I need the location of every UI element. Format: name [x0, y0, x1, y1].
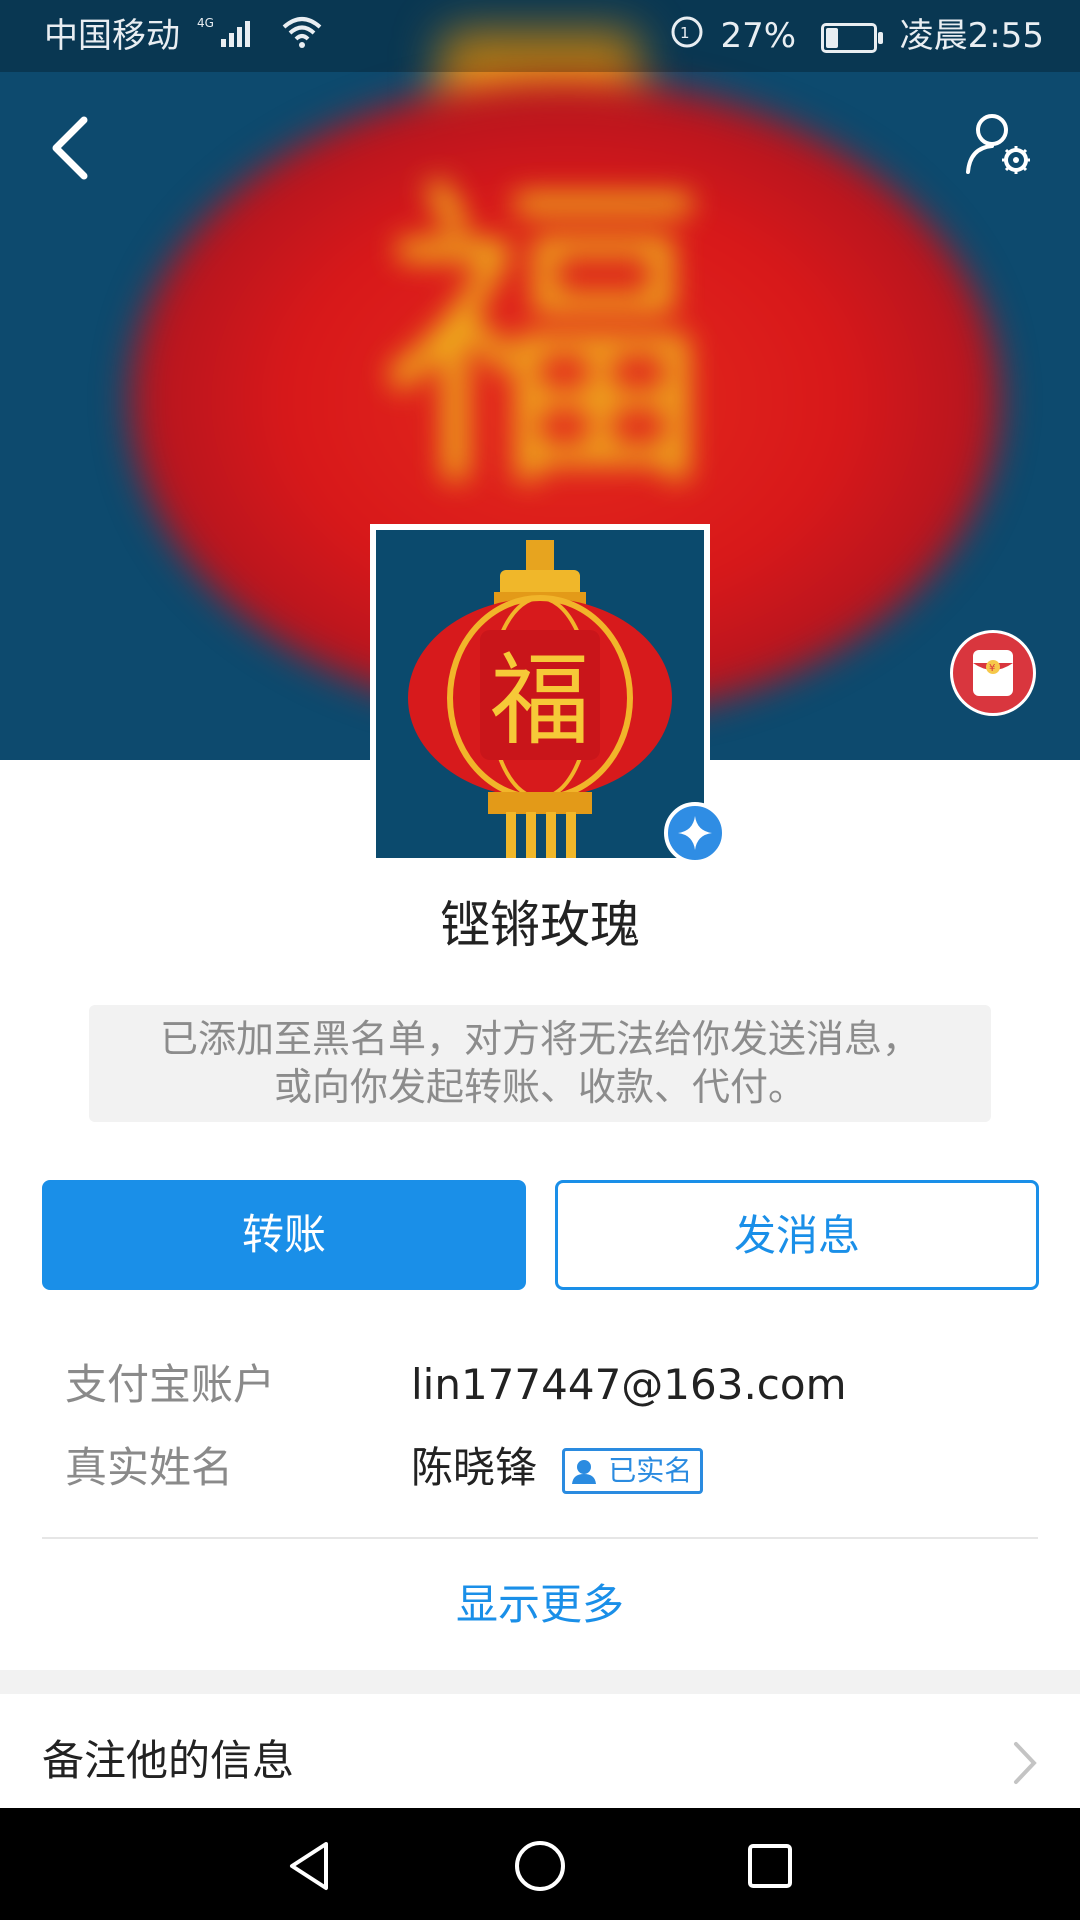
account-row: 支付宝账户 lin177447@163.com [65, 1350, 1025, 1420]
battery-icon [820, 22, 883, 53]
nav-back-button[interactable] [280, 1836, 340, 1896]
verified-badge: 已实名 [562, 1447, 704, 1494]
remark-row[interactable]: 备注他的信息 [0, 1694, 1080, 1809]
notice-line-2: 或向你发起转账、收款、代付。 [273, 1065, 806, 1109]
blacklist-notice: 已添加至黑名单，对方将无法给你发送消息， 或向你发起转账、收款、代付。 [89, 1005, 991, 1122]
user-settings-icon [966, 114, 1030, 174]
profile-settings-button[interactable] [960, 108, 1040, 188]
send-message-button[interactable]: 发消息 [555, 1180, 1039, 1290]
wifi-icon [282, 2, 322, 74]
lantern-avatar-image: 福 [376, 530, 704, 858]
circle-home-icon [515, 1841, 565, 1891]
notice-line-1: 已添加至黑名单，对方将无法给你发送消息， [159, 1017, 920, 1061]
account-label: 支付宝账户 [65, 1360, 276, 1409]
red-packet-icon: ¥ [973, 650, 1013, 696]
divider [42, 1537, 1038, 1539]
svg-text:福: 福 [490, 642, 590, 759]
chevron-left-icon [52, 116, 88, 180]
navigation-bar [0, 1808, 1080, 1920]
nav-home-button[interactable] [510, 1836, 570, 1896]
account-value: lin177447@163.com [411, 1360, 847, 1409]
profile-nickname: 铿锵玫瑰 [440, 896, 640, 954]
chevron-right-icon [1014, 1742, 1037, 1784]
avatar[interactable]: 福 [370, 524, 710, 864]
signal-icon: 4G [197, 2, 259, 74]
svg-text:¥: ¥ [989, 663, 995, 674]
verified-person-icon [572, 1459, 597, 1484]
transfer-button[interactable]: 转账 [42, 1180, 526, 1290]
realname-value: 陈晓锋 [411, 1443, 538, 1492]
svg-text:4G: 4G [197, 16, 214, 30]
realname-value-wrap: 陈晓锋 已实名 [411, 1433, 704, 1503]
square-recents-icon [748, 1844, 792, 1888]
status-bar: 中国移动 4G 1 27% 凌晨2:55 [0, 0, 1080, 72]
realname-row: 真实姓名 陈晓锋 已实名 [65, 1433, 1025, 1503]
battery-percent: 27% [720, 16, 797, 56]
back-button[interactable] [40, 108, 110, 188]
power-saving-icon: 1 [670, 2, 704, 74]
star-badge-icon [664, 802, 726, 864]
red-packet-button[interactable]: ¥ [950, 630, 1036, 716]
realname-label: 真实姓名 [65, 1443, 234, 1492]
battery-level [825, 27, 838, 48]
clock: 凌晨2:55 [899, 16, 1044, 56]
carrier-name: 中国移动 [44, 16, 180, 56]
verified-label: 已实名 [608, 1453, 693, 1487]
section-gap [0, 1670, 1080, 1694]
show-more-link[interactable]: 显示更多 [0, 1575, 1080, 1635]
triangle-back-icon [290, 1842, 328, 1890]
banner-fu-character: 福 [380, 148, 710, 532]
svg-text:1: 1 [680, 24, 690, 42]
nav-recents-button[interactable] [740, 1836, 800, 1896]
